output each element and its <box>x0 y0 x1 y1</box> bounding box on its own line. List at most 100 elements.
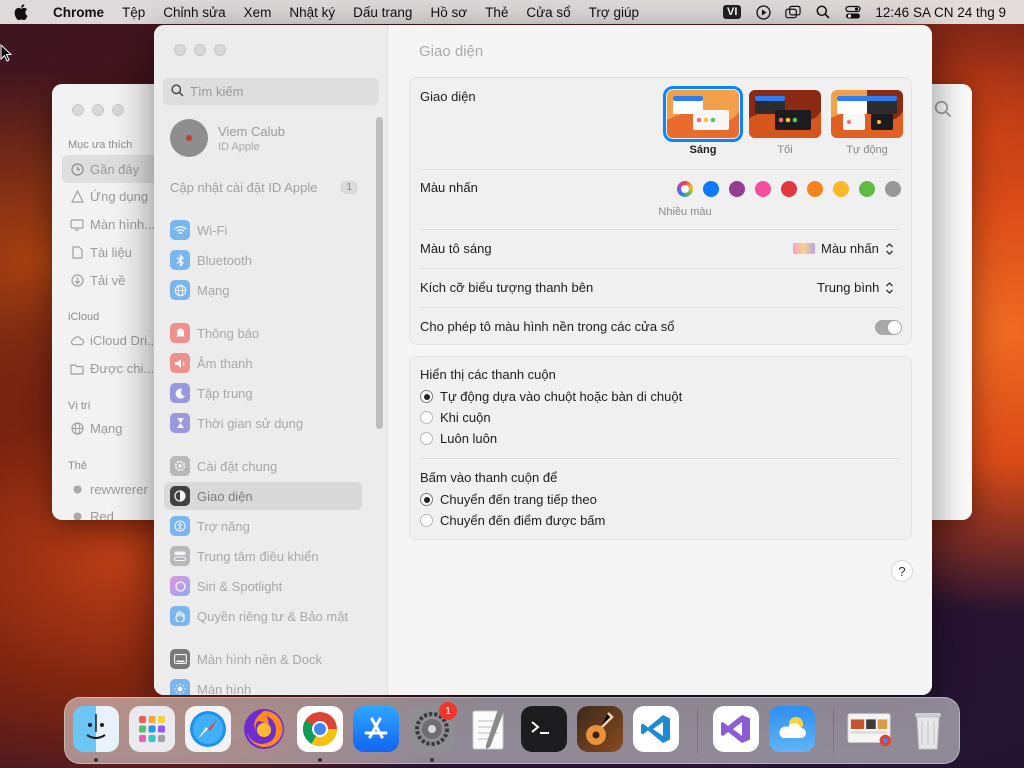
zoom-button[interactable] <box>112 104 124 116</box>
trash-icon[interactable] <box>905 706 951 752</box>
chrome-app-icon[interactable] <box>297 706 343 752</box>
zoom-button[interactable] <box>214 44 226 56</box>
sidebar-item-desktop[interactable]: Màn hình... <box>70 217 155 232</box>
menu-window[interactable]: Cửa sổ <box>517 5 579 20</box>
search-icon[interactable] <box>815 4 831 20</box>
menu-history[interactable]: Nhật ký <box>280 5 344 20</box>
apple-id-profile[interactable]: Viem Calub ID Apple <box>170 119 285 157</box>
accent-swatch-multicolor[interactable] <box>677 181 693 197</box>
sidebar-item-label: Red <box>90 509 114 520</box>
sidebar-item-network[interactable]: Mạng <box>70 421 123 436</box>
menu-profiles[interactable]: Hồ sơ <box>421 5 476 20</box>
radio-button[interactable] <box>420 390 433 403</box>
input-source-badge[interactable]: VI <box>723 5 742 19</box>
sidebar-item-wifi[interactable]: Wi-Fi <box>164 216 362 244</box>
firefox-app-icon[interactable] <box>241 706 287 752</box>
sidebar-scrollbar[interactable] <box>376 117 383 429</box>
sidebar-item-sound[interactable]: Âm thanh <box>164 349 362 377</box>
finder-app-icon[interactable] <box>73 706 119 752</box>
sidebar-item-recents[interactable]: Gần đây <box>62 155 158 183</box>
sidebar-item-accessibility[interactable]: Trợ năng <box>164 512 362 540</box>
app-store-app-icon[interactable] <box>353 706 399 752</box>
accent-swatch-graphite[interactable] <box>885 181 901 197</box>
appearance-option-auto[interactable] <box>831 90 903 138</box>
launchpad-app-icon[interactable] <box>129 706 175 752</box>
close-button[interactable] <box>174 44 186 56</box>
sidebar-item-network[interactable]: Mạng <box>164 276 362 304</box>
menu-view[interactable]: Xem <box>235 5 281 20</box>
sidebar-item-downloads[interactable]: Tải về <box>70 273 125 288</box>
accent-swatch-pink[interactable] <box>755 181 771 197</box>
sidebar-item-tag[interactable]: rewwrerer <box>70 482 148 497</box>
radio-jump-next-page[interactable]: Chuyển đến trang tiếp theo <box>420 492 597 507</box>
download-icon <box>70 274 84 288</box>
weather-app-icon[interactable] <box>769 706 815 752</box>
minimize-button[interactable] <box>92 104 104 116</box>
safari-app-icon[interactable] <box>185 706 231 752</box>
moon-icon <box>170 383 190 403</box>
sidebar-item-siri-spotlight[interactable]: Siri & Spotlight <box>164 572 362 600</box>
terminal-app-icon[interactable] <box>521 706 567 752</box>
dock-separator <box>833 708 834 754</box>
menu-help[interactable]: Trợ giúp <box>580 5 648 20</box>
sidebar-item-screen-time[interactable]: Thời gian sử dụng <box>164 409 362 437</box>
search-input[interactable]: Tìm kiếm <box>163 78 379 105</box>
radio-button[interactable] <box>420 432 433 445</box>
accent-swatch-red[interactable] <box>781 181 797 197</box>
accent-swatch-blue[interactable] <box>703 181 719 197</box>
sidebar-item-notifications[interactable]: Thông báo <box>164 319 362 347</box>
sidebar-item-desktop-dock[interactable]: Màn hình nền & Dock <box>164 645 362 673</box>
accent-swatch-green[interactable] <box>859 181 875 197</box>
appearance-option-light[interactable] <box>663 86 743 142</box>
radio-button[interactable] <box>420 411 433 424</box>
radio-scroll-when-scrolling[interactable]: Khi cuộn <box>420 410 491 425</box>
visual-studio-app-icon[interactable] <box>713 706 759 752</box>
minimized-chrome-window[interactable] <box>847 706 893 752</box>
app-menu[interactable]: Chrome <box>44 5 113 20</box>
radio-scroll-auto[interactable]: Tự động dựa vào chuột hoặc bàn di chuột <box>420 389 682 404</box>
sidebar-item-general[interactable]: Cài đặt chung <box>164 452 362 480</box>
search-icon[interactable] <box>934 100 952 121</box>
sidebar-item-shared[interactable]: Được chi... <box>70 361 154 376</box>
accent-swatch-purple[interactable] <box>729 181 745 197</box>
menu-tab[interactable]: Thẻ <box>476 5 517 20</box>
sidebar-item-appearance[interactable]: Giao diện <box>164 482 362 510</box>
appearance-option-dark[interactable] <box>749 90 821 138</box>
radio-button[interactable] <box>420 493 433 506</box>
minimize-button[interactable] <box>194 44 206 56</box>
textedit-app-icon[interactable] <box>465 706 511 752</box>
clock[interactable]: 12:46 SA CN 24 thg 9 <box>875 5 1006 20</box>
radio-button[interactable] <box>420 514 433 527</box>
play-circle-icon[interactable] <box>755 4 771 20</box>
close-button[interactable] <box>72 104 84 116</box>
sidebar-item-displays[interactable]: Màn hình <box>164 675 362 695</box>
sidebar-item-bluetooth[interactable]: Bluetooth <box>164 246 362 274</box>
sidebar-item-focus[interactable]: Tập trung <box>164 379 362 407</box>
control-center-icon[interactable] <box>845 4 862 20</box>
sidebar-item-documents[interactable]: Tài liệu <box>70 245 132 260</box>
window-overlap-icon[interactable] <box>785 4 802 20</box>
system-settings-app-icon[interactable]: 1 <box>409 702 457 752</box>
menu-edit[interactable]: Chỉnh sửa <box>154 5 234 20</box>
menu-bookmarks[interactable]: Dấu trang <box>344 5 421 20</box>
apple-menu-icon[interactable] <box>14 0 36 24</box>
sidebar-item-tag-red[interactable]: Red <box>70 509 114 520</box>
apple-id-update-item[interactable]: Cập nhật cài đặt ID Apple 1 <box>170 180 358 195</box>
sidebar-icon-size-popup[interactable]: Trung bình <box>817 280 894 295</box>
highlight-color-popup[interactable]: Màu nhấn <box>793 241 894 256</box>
sidebar-item-icloud-drive[interactable]: iCloud Dri... <box>70 333 158 348</box>
radio-scroll-always[interactable]: Luôn luôn <box>420 431 497 446</box>
help-button[interactable]: ? <box>891 560 913 582</box>
divider <box>420 307 901 308</box>
vscode-app-icon[interactable] <box>633 706 679 752</box>
hand-icon <box>170 606 190 626</box>
accent-swatch-orange[interactable] <box>807 181 823 197</box>
sidebar-item-privacy-security[interactable]: Quyền riêng tư & Bảo mật <box>164 602 362 630</box>
wallpaper-tinting-toggle[interactable] <box>875 320 902 335</box>
sidebar-item-control-center[interactable]: Trung tâm điều khiển <box>164 542 362 570</box>
menu-file[interactable]: Tệp <box>113 5 154 20</box>
radio-jump-clicked-spot[interactable]: Chuyển đến điểm được bấm <box>420 513 605 528</box>
accent-swatch-yellow[interactable] <box>833 181 849 197</box>
garageband-app-icon[interactable] <box>577 706 623 752</box>
sidebar-item-applications[interactable]: Ứng dụng <box>70 189 148 204</box>
